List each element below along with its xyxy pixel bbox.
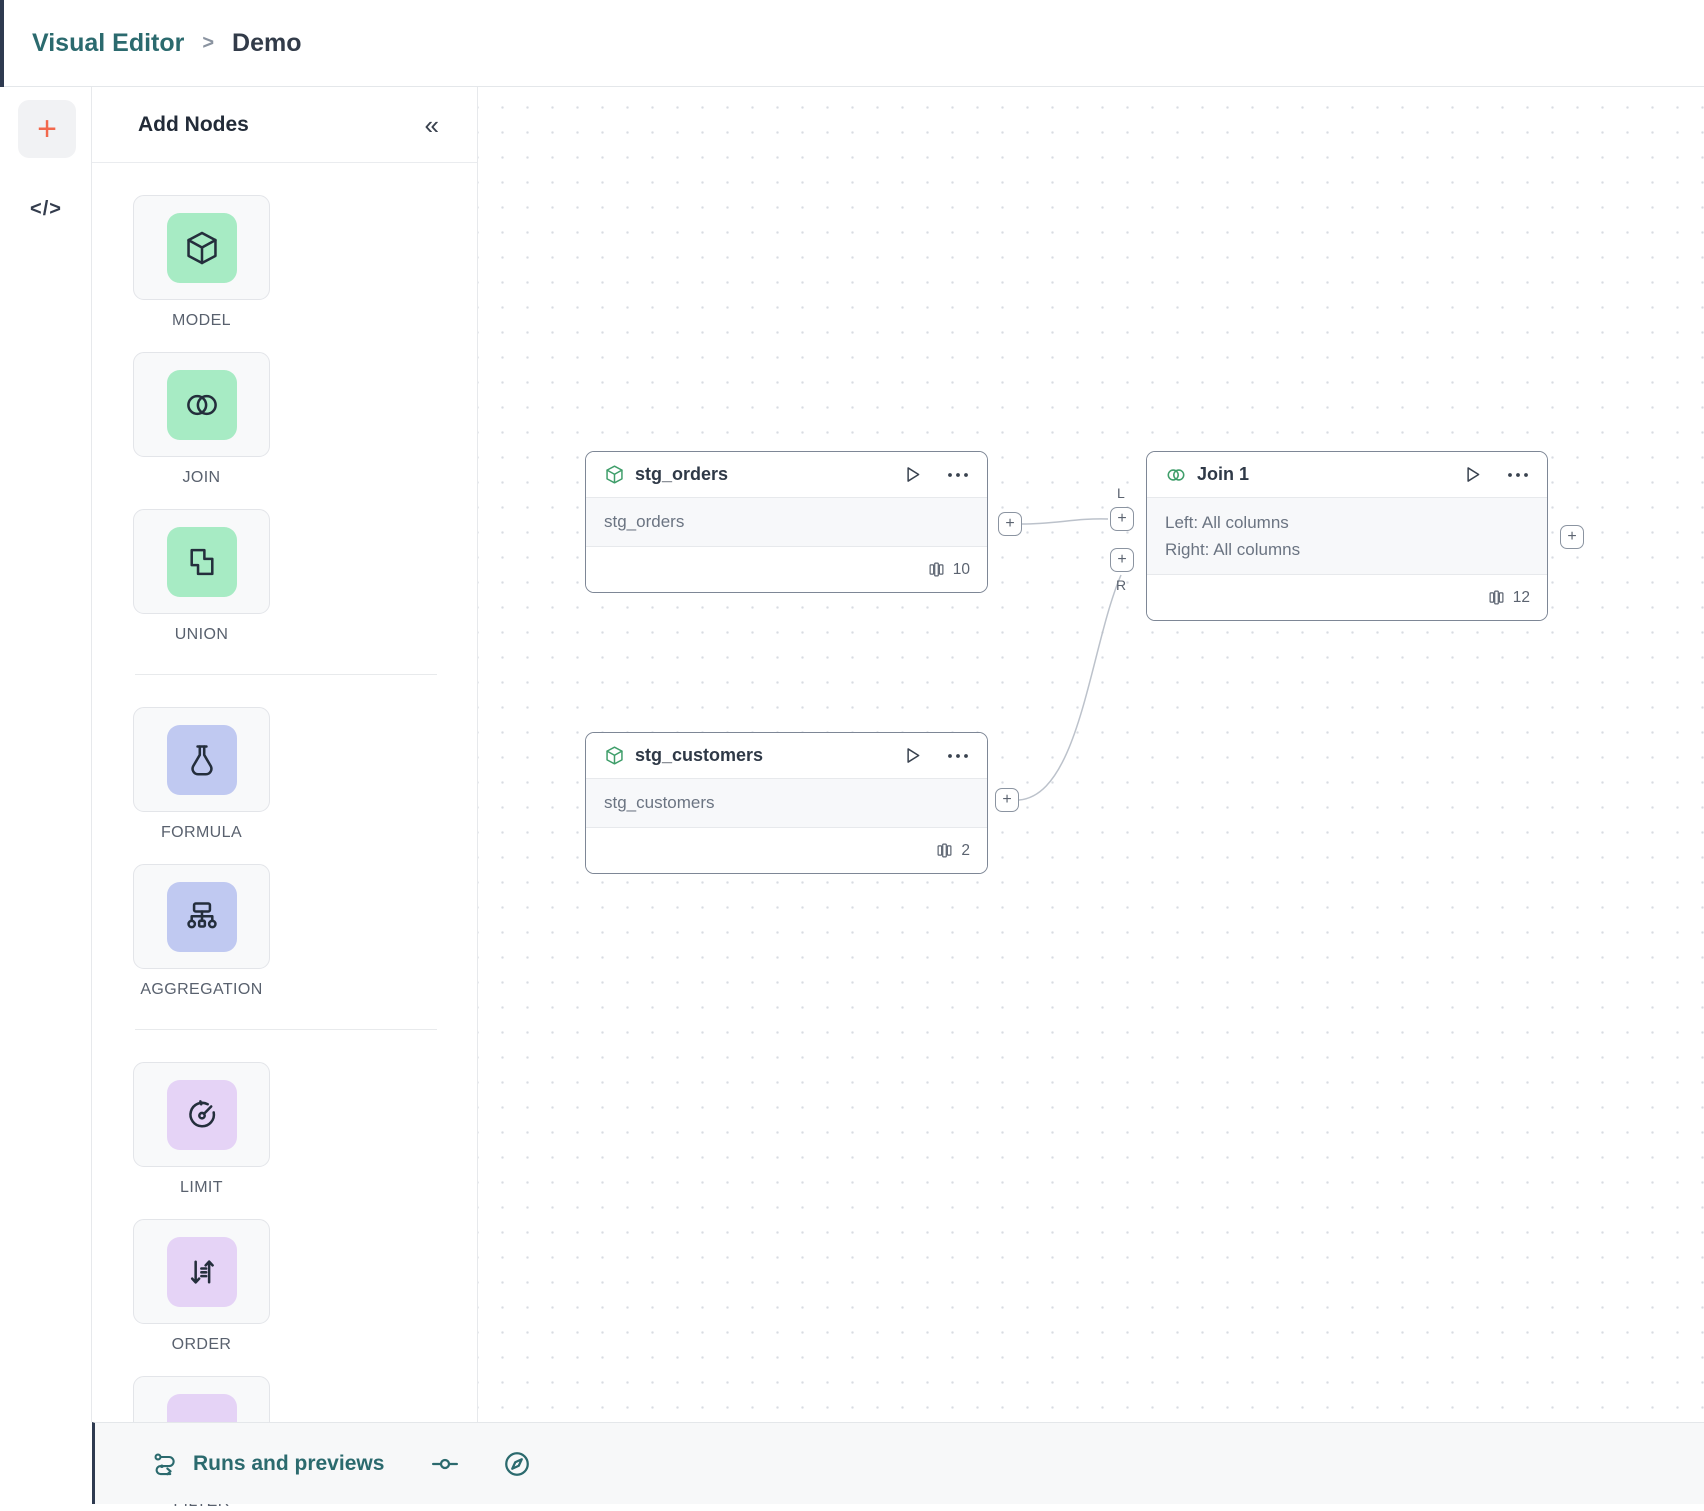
node-subtitle: stg_orders [604, 512, 969, 532]
join-circles-icon [167, 370, 237, 440]
commit-icon[interactable] [430, 1449, 460, 1479]
port-label-left: L [1117, 485, 1125, 501]
compass-icon[interactable] [502, 1449, 532, 1479]
visual-editor-app: Visual Editor > Demo + </> Add Nodes « [0, 0, 1704, 1504]
breadcrumb-current-page: Demo [232, 29, 301, 58]
runs-and-previews-button[interactable]: Runs and previews [151, 1450, 384, 1478]
join-right-config: Right: All columns [1165, 540, 1529, 560]
palette-item-formula[interactable]: FORMULA [133, 707, 270, 842]
graph-canvas[interactable]: stg_orders stg_orders [478, 87, 1704, 1422]
palette-group-sources: MODEL JOIN UNION [133, 195, 439, 644]
runs-and-previews-label: Runs and previews [193, 1452, 384, 1476]
run-node-button[interactable] [902, 464, 923, 485]
palette-item-order[interactable]: ORDER [133, 1219, 270, 1354]
port-output-stg-customers[interactable]: + [995, 788, 1019, 812]
breadcrumb-separator: > [202, 32, 214, 55]
sitemap-icon [167, 882, 237, 952]
port-output-join[interactable]: + [1560, 525, 1584, 549]
cube-icon [604, 464, 625, 485]
palette-item-limit[interactable]: LIMIT [133, 1062, 270, 1197]
breadcrumb-root-link[interactable]: Visual Editor [32, 29, 184, 58]
port-join-right-input[interactable]: + [1110, 548, 1134, 572]
bottom-panel-bar: Runs and previews [92, 1422, 1704, 1504]
palette-divider [135, 1029, 437, 1030]
code-editor-button[interactable]: </> [0, 189, 92, 229]
join-circles-icon [1165, 464, 1187, 486]
palette-divider [135, 674, 437, 675]
node-title: stg_customers [635, 745, 892, 766]
palette-group-transforms: FORMULA AGGREGATION [133, 707, 439, 999]
edge-stg-orders-to-join-left [1022, 519, 1108, 524]
node-menu-button[interactable] [947, 753, 969, 759]
left-toolbar-rail: + </> [0, 87, 92, 1422]
palette-item-label: ORDER [172, 1336, 232, 1354]
flask-icon [167, 725, 237, 795]
palette-item-label: JOIN [182, 469, 220, 487]
palette-item-label: UNION [175, 626, 229, 644]
palette-item-union[interactable]: UNION [133, 509, 270, 644]
sort-arrows-icon [167, 1237, 237, 1307]
runs-route-icon [151, 1450, 179, 1478]
cube-icon [167, 213, 237, 283]
node-stg-orders[interactable]: stg_orders stg_orders [585, 451, 988, 593]
top-header: Visual Editor > Demo [0, 0, 1704, 87]
node-title: stg_orders [635, 464, 892, 485]
column-count: 2 [961, 842, 970, 860]
palette-item-label: AGGREGATION [140, 981, 262, 999]
palette-item-label: FORMULA [161, 824, 242, 842]
palette-item-label: LIMIT [180, 1179, 223, 1197]
palette-item-label: MODEL [172, 312, 231, 330]
palette-item-model[interactable]: MODEL [133, 195, 270, 330]
column-count: 10 [953, 561, 970, 579]
palette-item-join[interactable]: JOIN [133, 352, 270, 487]
node-subtitle: stg_customers [604, 793, 969, 813]
collapse-panel-button[interactable]: « [425, 112, 437, 138]
add-nodes-panel: Add Nodes « MODEL [92, 87, 478, 1422]
run-node-button[interactable] [1462, 464, 1483, 485]
add-nodes-panel-header: Add Nodes « [92, 87, 477, 163]
union-shapes-icon [167, 527, 237, 597]
columns-icon [1488, 589, 1505, 606]
column-count: 12 [1513, 589, 1530, 607]
add-node-button[interactable]: + [18, 100, 76, 158]
edge-stg-customers-to-join-right [1019, 575, 1121, 800]
gauge-icon [167, 1080, 237, 1150]
node-stg-customers[interactable]: stg_customers stg_customers [585, 732, 988, 874]
cube-icon [604, 745, 625, 766]
node-menu-button[interactable] [1507, 472, 1529, 478]
palette-body: MODEL JOIN UNION [92, 163, 477, 1511]
port-label-right: R [1116, 577, 1126, 593]
panel-title: Add Nodes [138, 113, 249, 137]
run-node-button[interactable] [902, 745, 923, 766]
node-join-1[interactable]: Join 1 Left: All columns Right: All colu… [1146, 451, 1548, 621]
port-output-stg-orders[interactable]: + [998, 512, 1022, 536]
node-title: Join 1 [1197, 464, 1452, 485]
palette-item-aggregation[interactable]: AGGREGATION [133, 864, 270, 999]
columns-icon [928, 561, 945, 578]
columns-icon [936, 842, 953, 859]
port-join-left-input[interactable]: + [1110, 507, 1134, 531]
node-menu-button[interactable] [947, 472, 969, 478]
join-left-config: Left: All columns [1165, 513, 1529, 533]
